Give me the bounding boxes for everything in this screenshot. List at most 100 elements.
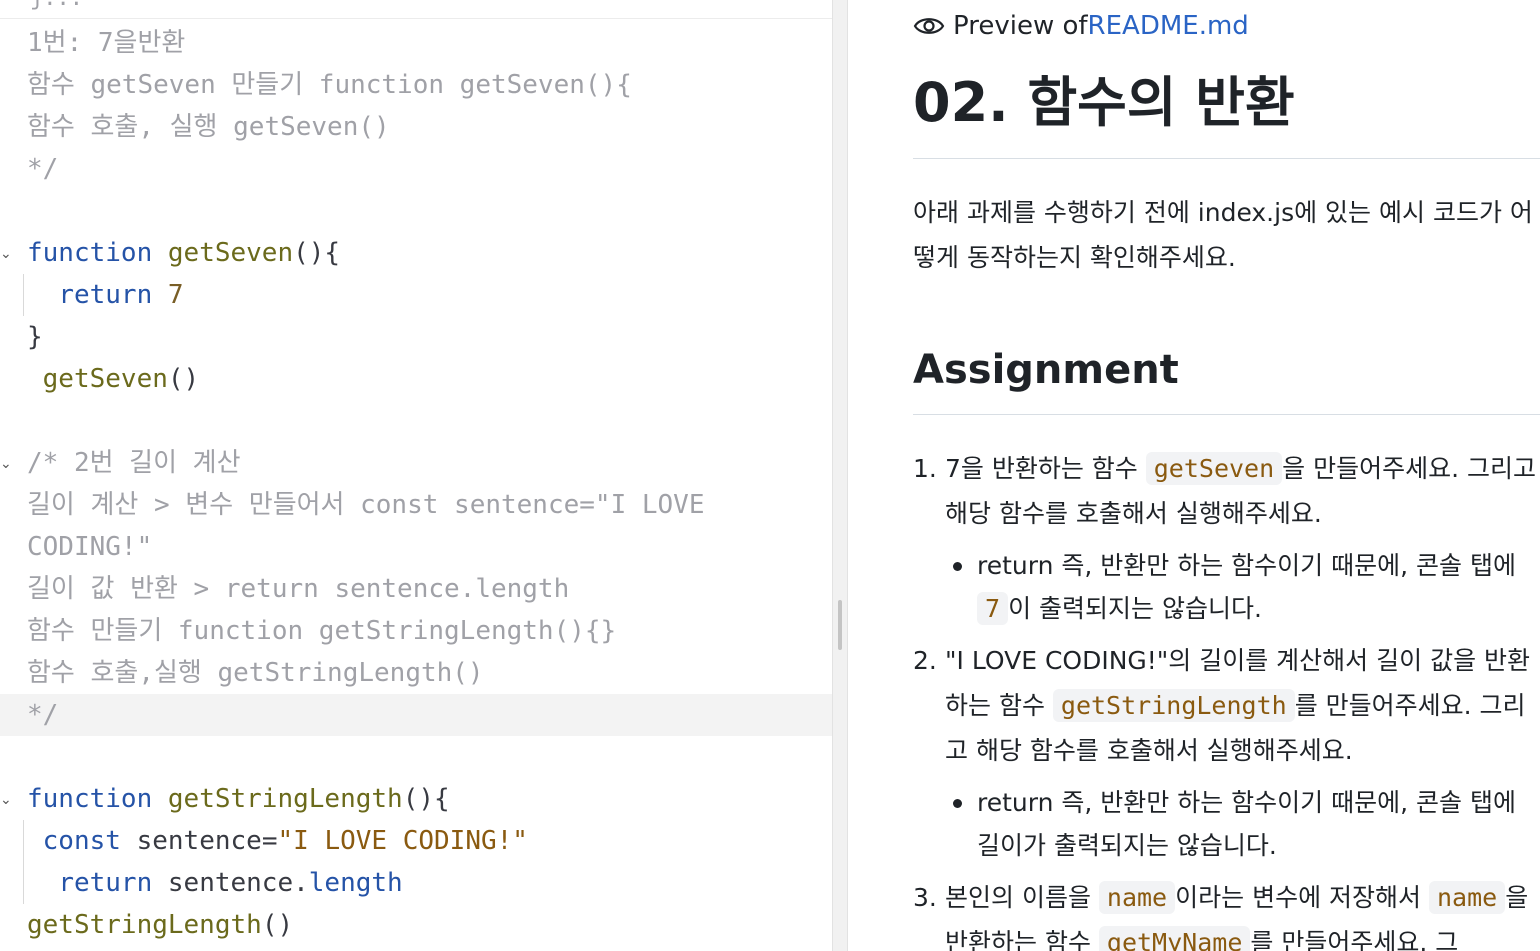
code-token: */ xyxy=(27,700,59,730)
code-token: () xyxy=(167,364,200,394)
code-token: getSeven xyxy=(167,238,294,268)
code-token: sentence= xyxy=(120,826,278,856)
code-line[interactable]: 함수 getSeven 만들기 function getSeven(){ xyxy=(0,64,832,106)
code-token: (){ xyxy=(402,784,450,814)
code-line-text: 길이 계산 > 변수 만들어서 const sentence="I LOVE xyxy=(27,484,705,526)
assignment-heading: Assignment xyxy=(913,347,1179,393)
inline-code: name xyxy=(1428,881,1506,914)
code-line[interactable]: 함수 호출,실행 getStringLength() xyxy=(0,652,832,694)
code-line[interactable]: 1번: 7을반환 xyxy=(0,22,832,64)
code-token: } xyxy=(27,322,43,352)
task-text: return 즉, 반환만 하는 함수이기 때문에, 콘솔 탭에 xyxy=(977,551,1516,580)
preview-header-prefix: Preview of xyxy=(953,11,1088,41)
code-line[interactable]: 함수 만들기 function getStringLength(){} xyxy=(0,610,832,652)
code-token: CODING!" xyxy=(27,532,153,562)
code-line[interactable]: ⌄ function getStringLength(){ xyxy=(0,778,832,820)
code-line[interactable]: 길이 계산 > 변수 만들어서 const sentence="I LOVE xyxy=(0,484,832,526)
code-token: function xyxy=(27,784,153,814)
task-text: return 즉, 반환만 하는 함수이기 때문에, 콘솔 탭에 길이가 출력되… xyxy=(977,788,1516,860)
code-token: return xyxy=(58,280,153,310)
code-line-text: 함수 호출, 실행 getSeven() xyxy=(27,106,390,148)
code-line-text: */ xyxy=(27,148,58,190)
code-line[interactable]: getStringLength() xyxy=(0,904,832,946)
code-line[interactable]: ⌄ function getSeven(){ xyxy=(0,232,832,274)
code-token: (){ xyxy=(293,238,341,268)
task-subitem: return 즉, 반환만 하는 함수이기 때문에, 콘솔 탭에 7이 출력되지… xyxy=(953,544,1538,630)
code-token: 함수 만들기 function getStringLength(){} xyxy=(27,616,617,646)
task-text: 이라는 변수에 저장해서 xyxy=(1175,883,1429,912)
code-token: return xyxy=(58,868,153,898)
code-line-text: CODING!" xyxy=(27,526,152,568)
code-token: 길이 계산 > 변수 만들어서 const sentence="I LOVE xyxy=(27,490,705,520)
code-line[interactable]: return sentence.length xyxy=(0,862,832,904)
chevron-down-icon[interactable]: ⌄ xyxy=(0,778,12,820)
code-line-text: 함수 호출,실행 getStringLength() xyxy=(27,652,484,694)
code-line[interactable]: */ xyxy=(0,148,832,190)
code-line[interactable] xyxy=(0,400,832,442)
code-token: */ xyxy=(27,154,59,184)
assignment-divider xyxy=(913,414,1540,415)
code-token: 1번: 7을반환 xyxy=(27,28,186,58)
task-subitem: return 즉, 반환만 하는 함수이기 때문에, 콘솔 탭에 길이가 출력되… xyxy=(953,781,1538,867)
markdown-preview: Preview of README.md 02. 함수의 반환 아래 과제를 수… xyxy=(849,0,1540,951)
code-line[interactable]: CODING!" xyxy=(0,526,832,568)
code-line[interactable]: } xyxy=(0,316,832,358)
task-item: 2. "I LOVE CODING!"의 길이를 계산해서 길이 값을 반환하는 … xyxy=(913,638,1538,867)
code-line-text: */ xyxy=(27,694,58,736)
inline-code: 7 xyxy=(977,592,1009,625)
code-line-text: 길이 값 반환 > return sentence.length xyxy=(27,568,569,610)
code-line-text: getSeven() xyxy=(27,358,200,400)
code-token: function xyxy=(27,238,153,268)
editor-scrollbar-track[interactable] xyxy=(832,0,848,951)
code-token: /* 2번 길이 계산 xyxy=(27,448,241,478)
code-line-text: const sentence="I LOVE CODING!" xyxy=(27,820,528,862)
task-item: 1. 7을 반환하는 함수 getSeven 을 만들어주세요. 그리고 해당 함수… xyxy=(913,446,1538,630)
chevron-down-icon[interactable]: ⌄ xyxy=(0,442,12,484)
inline-code: name xyxy=(1098,881,1176,914)
inline-code: getMyName xyxy=(1098,926,1251,951)
code-line[interactable]: 함수 호출, 실행 getSeven() xyxy=(0,106,832,148)
code-line[interactable]: 길이 값 반환 > return sentence.length xyxy=(0,568,832,610)
chevron-down-icon[interactable]: ⌄ xyxy=(0,232,12,274)
title-divider xyxy=(913,158,1540,159)
code-editor[interactable]: j... 1번: 7을반환함수 getSeven 만들기 function ge… xyxy=(0,0,832,951)
preview-file-link[interactable]: README.md xyxy=(1088,11,1249,41)
task-body: 본인의 이름을 name 이라는 변수에 저장해서 name 을 반환하는 함수 g… xyxy=(945,875,1538,951)
code-line[interactable]: return 7 xyxy=(0,274,832,316)
pane-splitter-handle[interactable] xyxy=(838,600,842,650)
task-sublist: return 즉, 반환만 하는 함수이기 때문에, 콘솔 탭에 길이가 출력되… xyxy=(945,781,1538,867)
code-line[interactable] xyxy=(0,736,832,778)
code-line-text: return sentence.length xyxy=(27,862,403,904)
code-line-text: 1번: 7을반환 xyxy=(27,22,185,64)
code-line[interactable] xyxy=(0,190,832,232)
code-line-text: function getStringLength(){ xyxy=(27,778,450,820)
code-line-text: 함수 getSeven 만들기 function getSeven(){ xyxy=(27,64,632,106)
task-number: 3. xyxy=(913,883,937,912)
code-token: length xyxy=(308,868,403,898)
code-token: 함수 호출, 실행 getSeven() xyxy=(27,112,390,142)
code-token: const xyxy=(42,826,121,856)
bullet-icon xyxy=(953,799,962,808)
task-body: "I LOVE CODING!"의 길이를 계산해서 길이 값을 반환하는 함수… xyxy=(945,638,1538,773)
eye-icon xyxy=(913,18,945,34)
task-text: 를 만들어주세요. 그 xyxy=(1250,928,1459,951)
code-line-text: 함수 만들기 function getStringLength(){} xyxy=(27,610,616,652)
task-body: 7을 반환하는 함수 getSeven 을 만들어주세요. 그리고 해당 함수를 … xyxy=(945,446,1538,536)
code-line[interactable]: getSeven() xyxy=(0,358,832,400)
code-line[interactable]: ⌄ /* 2번 길이 계산 xyxy=(0,442,832,484)
code-line[interactable]: */ xyxy=(0,694,832,736)
code-line-text: return 7 xyxy=(27,274,183,316)
code-token: 함수 getSeven 만들기 function getSeven(){ xyxy=(27,70,632,100)
task-item: 3. 본인의 이름을 name 이라는 변수에 저장해서 name 을 반환하는 함수… xyxy=(913,875,1538,951)
editor-divider xyxy=(0,18,832,19)
task-sublist: return 즉, 반환만 하는 함수이기 때문에, 콘솔 탭에 7이 출력되지… xyxy=(945,544,1538,630)
task-text: 본인의 이름을 xyxy=(945,883,1099,912)
code-token: 함수 호출,실행 getStringLength() xyxy=(27,658,484,688)
code-line[interactable]: const sentence="I LOVE CODING!" xyxy=(0,820,832,862)
